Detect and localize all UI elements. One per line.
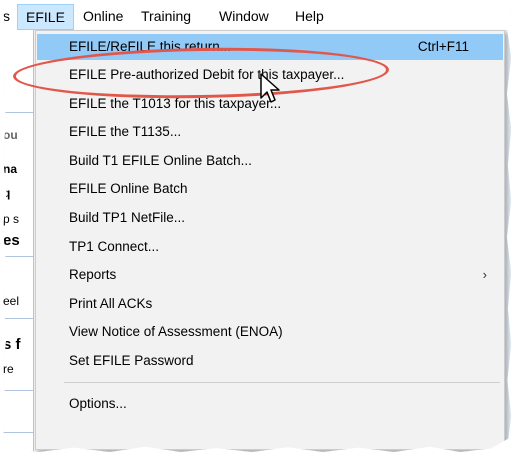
menu-item-label: EFILE the T1135... (69, 124, 182, 139)
menu-item-shortcut: Ctrl+F11 (417, 39, 469, 54)
menu-item-build-tp1-netfile[interactable]: Build TP1 NetFile... (37, 205, 503, 231)
menu-item-label: EFILE/ReFILE this return... (69, 39, 232, 54)
menu-online[interactable]: Online (83, 8, 123, 24)
bg-divider (3, 432, 33, 433)
menu-item-efile-t1135[interactable]: EFILE the T1135... (37, 119, 503, 145)
menu-efile[interactable]: EFILE (17, 4, 74, 30)
menu-item-label: Build T1 EFILE Online Batch... (69, 153, 252, 168)
chevron-right-icon: › (482, 267, 487, 282)
menu-window[interactable]: Window (219, 8, 269, 24)
menu-bar: s EFILE Online Training Window Help (3, 4, 511, 30)
bg-text: es (3, 232, 20, 249)
background-window: ou na q p s es eel s f re (3, 30, 34, 452)
bg-text: q (3, 186, 11, 200)
bg-text: na (3, 162, 18, 176)
mouse-pointer-icon (260, 73, 280, 103)
menu-help[interactable]: Help (295, 8, 324, 24)
menu-item-view-noa[interactable]: View Notice of Assessment (ENOA) (37, 319, 503, 345)
menu-item-label: Reports (69, 267, 117, 282)
bg-divider (3, 256, 33, 257)
menu-item-options[interactable]: Options... (37, 391, 503, 417)
menu-item-efile-online-batch[interactable]: EFILE Online Batch (37, 176, 503, 202)
bg-divider (3, 390, 33, 391)
bg-text: eel (3, 294, 20, 308)
bg-divider (3, 112, 33, 113)
menu-training[interactable]: Training (141, 8, 191, 24)
menu-item-label: Options... (69, 396, 127, 411)
bg-text: re (3, 362, 14, 376)
menu-item-label: Print All ACKs (69, 296, 153, 311)
menu-item-label: EFILE Online Batch (69, 181, 188, 196)
menu-item-tp1-connect[interactable]: TP1 Connect... (37, 234, 503, 260)
bg-divider (3, 318, 33, 319)
menu-item-print-all-acks[interactable]: Print All ACKs (37, 291, 503, 317)
bg-text: p s (3, 212, 20, 226)
background-window-right (505, 30, 511, 452)
menu-item-set-efile-password[interactable]: Set EFILE Password (37, 348, 503, 374)
menu-item-label: EFILE Pre-authorized Debit for this taxp… (69, 67, 345, 82)
screenshot-frame: s EFILE Online Training Window Help ou n… (3, 4, 511, 452)
bg-text: ou (3, 128, 18, 142)
menu-separator (64, 382, 500, 383)
menu-item-label: Build TP1 NetFile... (69, 210, 186, 225)
menu-item-label: Set EFILE Password (69, 353, 194, 368)
menu-item-build-t1-batch[interactable]: Build T1 EFILE Online Batch... (37, 148, 503, 174)
menu-item-label: TP1 Connect... (69, 239, 160, 254)
menu-item-label: View Notice of Assessment (ENOA) (69, 324, 283, 339)
menu-item-efile-refile[interactable]: EFILE/ReFILE this return... Ctrl+F11 (37, 34, 503, 60)
bg-text: s f (3, 336, 21, 353)
menu-item-reports[interactable]: Reports › (37, 262, 503, 288)
menubar-partial-item[interactable]: s (3, 8, 10, 24)
menu-item-label: EFILE the T1013 for this taxpayer... (69, 96, 282, 111)
